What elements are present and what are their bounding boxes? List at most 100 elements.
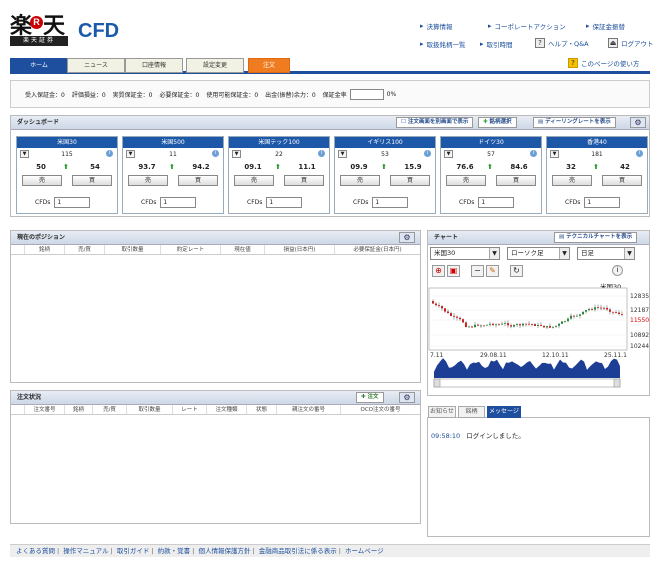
refresh-icon[interactable]: ↻: [510, 265, 523, 277]
cfd-quantity-input[interactable]: 1: [584, 197, 621, 208]
info-icon[interactable]: i: [106, 150, 113, 157]
instrument-tile: 米国テック100 ▼ 22 i 09.1 ⬆ 11.1 売買 CFDs 1: [228, 136, 330, 214]
cfd-quantity-input[interactable]: 1: [478, 197, 515, 208]
instrument-spread: 181: [591, 151, 603, 158]
info-icon[interactable]: i: [424, 150, 431, 157]
technical-chart-button[interactable]: ▤ テクニカルチャートを表示: [554, 232, 638, 243]
sell-button[interactable]: 売: [234, 175, 274, 186]
chart-window-icon[interactable]: ▣: [447, 265, 460, 277]
bid-price: 50: [36, 163, 46, 171]
tab-symbols[interactable]: 銘柄: [458, 406, 485, 418]
chart-icon: ▤: [559, 234, 565, 240]
chart-symbol-select[interactable]: 米国30 ▼: [430, 247, 500, 260]
link-corporate-action[interactable]: ▸ コーポレートアクション: [488, 21, 566, 31]
sell-button[interactable]: 売: [22, 175, 62, 186]
buy-button[interactable]: 買: [178, 175, 218, 186]
positions-settings-gear-icon[interactable]: ⚙: [399, 232, 415, 243]
candle: [531, 323, 533, 325]
link-trading-hours[interactable]: ▸ 取引時間: [480, 39, 513, 49]
col-required-margin: 必要保証金(日本円): [353, 247, 402, 253]
footer-homepage[interactable]: ホームページ: [345, 547, 384, 555]
chart-type-select[interactable]: ローソク足 ▼: [507, 247, 570, 260]
buy-button[interactable]: 買: [496, 175, 536, 186]
info-icon[interactable]: i: [530, 150, 537, 157]
logout-icon: ⏏: [608, 38, 618, 48]
footer-manual[interactable]: 操作マニュアル: [63, 547, 108, 555]
sell-button[interactable]: 売: [552, 175, 592, 186]
candle: [588, 308, 590, 311]
scroll-left-handle[interactable]: [433, 378, 441, 388]
dashboard-header: ダッシュボード ☐ 注文画面を別画面で表示 ✚ 銘柄選択 ▤ ディーリングレート…: [11, 116, 649, 130]
footer-guide[interactable]: 取引ガイド: [117, 547, 150, 555]
sell-button[interactable]: 売: [128, 175, 168, 186]
cfd-quantity-input[interactable]: 1: [266, 197, 303, 208]
minus-icon[interactable]: −: [471, 265, 484, 277]
instrument-tile: 米国30 ▼ 115 i 50 ⬆ 54 売買 CFDs 1: [16, 136, 118, 214]
info-icon[interactable]: i: [318, 150, 325, 157]
candle: [546, 326, 548, 328]
eraser-icon[interactable]: ✎: [486, 265, 499, 277]
col-rate: レート: [173, 405, 207, 414]
link-margin-transfer[interactable]: ▸ 保証金振替: [586, 21, 625, 31]
up-arrow-icon: ⬆: [381, 163, 387, 171]
footer-privacy[interactable]: 個人情報保護方針: [198, 547, 250, 555]
summary-margin-rate-label: 保証金率: [322, 91, 347, 99]
tab-home[interactable]: ホーム: [10, 58, 68, 73]
footer-faq[interactable]: よくある質問: [16, 547, 55, 555]
candle: [468, 326, 470, 328]
info-icon[interactable]: i: [612, 265, 623, 276]
tab-order[interactable]: 注文: [248, 58, 290, 73]
sell-button[interactable]: 売: [340, 175, 380, 186]
candle: [435, 303, 437, 306]
cfd-label: CFDs: [353, 199, 369, 206]
buy-button[interactable]: 買: [390, 175, 430, 186]
new-order-button[interactable]: ✚ 注文: [356, 392, 384, 403]
plus-icon: ✚: [483, 119, 488, 125]
tab-notices[interactable]: お知らせ: [428, 406, 456, 418]
order-screen-button[interactable]: ☐ 注文画面を別画面で表示: [396, 117, 474, 128]
candle: [603, 307, 605, 309]
buy-button[interactable]: 買: [602, 175, 642, 186]
link-symbol-list[interactable]: ▸ 取扱銘柄一覧: [420, 39, 466, 49]
chart-scrollbar[interactable]: [433, 378, 621, 388]
positions-title: 現在のポジション: [17, 234, 66, 241]
buy-button[interactable]: 買: [284, 175, 324, 186]
cfd-quantity-input[interactable]: 1: [372, 197, 409, 208]
candle: [447, 311, 449, 314]
cfd-label: CFDs: [247, 199, 263, 206]
symbol-select-button[interactable]: ✚ 銘柄選択: [478, 117, 517, 128]
info-icon[interactable]: i: [212, 150, 219, 157]
chart-period-select[interactable]: 日足 ▼: [577, 247, 635, 260]
summary-valuation: 評価損益：0: [71, 91, 106, 99]
link-help[interactable]: ? ヘルプ・Q&A: [535, 38, 589, 48]
col-order-no: 注文番号: [25, 405, 65, 414]
dashboard-settings-gear-icon[interactable]: ⚙: [630, 117, 646, 128]
orders-settings-gear-icon[interactable]: ⚙: [399, 392, 415, 403]
link-kessan[interactable]: ▸ 決算情報: [420, 21, 453, 31]
candle: [522, 323, 524, 326]
info-icon[interactable]: i: [636, 150, 643, 157]
up-arrow-icon: ⬆: [593, 163, 599, 171]
candle: [453, 315, 455, 317]
candle: [564, 321, 566, 322]
candle: [501, 323, 503, 325]
cfd-quantity-input[interactable]: 1: [160, 197, 197, 208]
ask-price: 42: [620, 163, 630, 171]
tab-messages[interactable]: メッセージ: [487, 406, 521, 418]
tab-settings[interactable]: 設定変更: [186, 58, 244, 73]
cfd-quantity-input[interactable]: 1: [54, 197, 91, 208]
tab-news[interactable]: ニュース: [67, 58, 125, 73]
message-row: 09:58:10 ログインしました。: [431, 430, 525, 440]
sell-button[interactable]: 売: [446, 175, 486, 186]
tab-account[interactable]: 口座情報: [125, 58, 183, 73]
crosshair-icon[interactable]: ⊕: [432, 265, 445, 277]
up-arrow-icon: ⬆: [275, 163, 281, 171]
dealing-rate-button[interactable]: ▤ ディーリングレートを表示: [533, 117, 616, 128]
footer-terms[interactable]: 約款・覚書: [158, 547, 191, 555]
footer-disclosure[interactable]: 金融商品取引法に係る表示: [259, 547, 337, 555]
link-logout[interactable]: ⏏ ログアウト: [608, 38, 654, 48]
scroll-right-handle[interactable]: [613, 378, 621, 388]
logo-r-badge: R: [30, 16, 43, 29]
candle: [474, 324, 476, 328]
buy-button[interactable]: 買: [72, 175, 112, 186]
